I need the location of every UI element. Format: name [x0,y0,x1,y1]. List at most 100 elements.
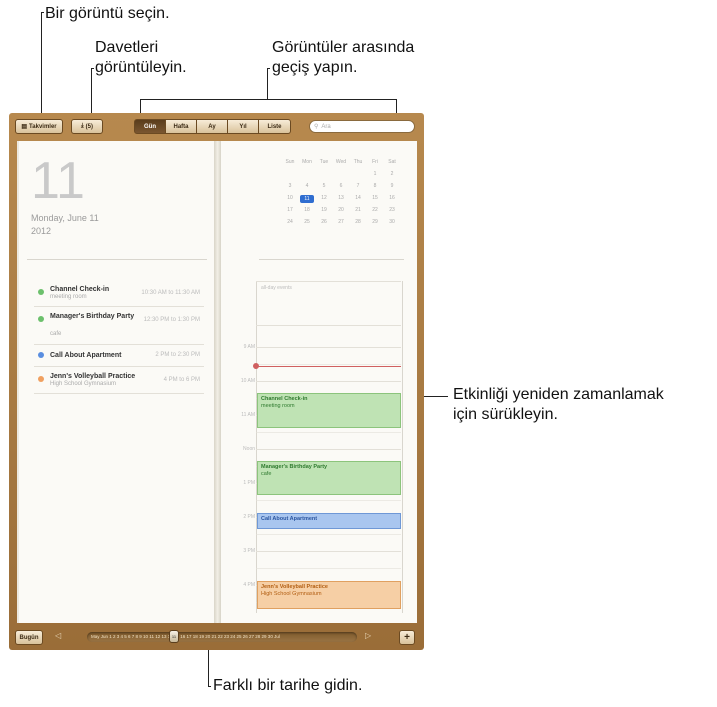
hour-label: 2 PM [243,514,255,520]
search-placeholder: Ara [321,123,331,130]
invitations-button[interactable]: ⤓ (5) [71,119,103,134]
hour-label: 10 AM [240,378,255,384]
calendar-day[interactable]: 26 [317,219,331,225]
event-block-title: Manager's Birthday Party [261,464,328,470]
event-time: 2 PM to 2:30 PM [155,352,200,358]
current-time-line [256,366,401,367]
calendar-day[interactable]: 22 [368,207,382,213]
calendar-day[interactable]: 8 [368,183,382,189]
calendar-day[interactable]: 24 [283,219,297,225]
tab-month[interactable]: Ay [197,119,228,134]
event-block[interactable]: Channel Check-in meeting room [257,393,401,428]
weekday-label: Thu [353,159,363,165]
hour-label: 11 AM [241,412,255,418]
event-dot [38,289,44,295]
calendar-day[interactable]: 3 [283,183,297,189]
callout-choose-view: Bir görüntü seçin. [45,5,170,22]
timeline-left-arrow-icon[interactable]: ◁ [55,631,61,640]
calendar-day[interactable]: 1 [368,171,382,177]
calendar-day[interactable]: 17 [283,207,297,213]
calendar-day[interactable]: 21 [351,207,365,213]
ipad-calendar-window: ▤ Takvimler ⤓ (5) Gün Hafta Ay Yıl Liste… [9,113,424,650]
event-dot [38,352,44,358]
callout-view-invites-1: Davetleri [95,39,159,56]
calendar-day[interactable]: 16 [385,195,399,201]
event-list-item[interactable]: Call About Apartment 2 PM to 2:30 PM [34,344,204,367]
calendars-button[interactable]: ▤ Takvimler [15,119,63,134]
add-event-button[interactable]: + [399,630,415,645]
calendar-day[interactable]: 2 [385,171,399,177]
calendar-day[interactable]: 12 [317,195,331,201]
calendar-day[interactable]: 19 [317,207,331,213]
event-list-item[interactable]: Jenn's Volleyball Practice High School G… [34,366,204,394]
hour-label: Noon [243,446,255,452]
view-switcher: Gün Hafta Ay Yıl Liste [134,119,291,134]
event-location: High School Gymnasium [50,381,117,387]
invitations-count: (5) [85,123,93,130]
event-block-title: Call About Apartment [261,516,318,522]
event-time: 12:30 PM to 1:30 PM [143,317,200,323]
leader-switch-views-v [267,68,268,99]
calendar-day[interactable]: 20 [334,207,348,213]
hour-line [256,325,401,326]
event-block[interactable]: Call About Apartment [257,513,401,529]
calendar-day[interactable]: 4 [300,183,314,189]
event-title: Manager's Birthday Party [50,313,135,320]
event-time: 10:30 AM to 11:30 AM [141,290,200,296]
callout-switch-views-2: geçiş yapın. [272,59,358,76]
leader-switch-views-h2 [267,68,270,69]
calendar-day[interactable]: 15 [368,195,382,201]
calendar-day[interactable]: 25 [300,219,314,225]
tab-day[interactable]: Gün [134,119,166,134]
leader-view-invites-h [91,68,94,69]
weekday-label: Tue [319,159,329,165]
weekday-label: Mon [302,159,312,165]
calendar-day[interactable]: 10 [283,195,297,201]
today-button[interactable]: Bugün [15,630,43,645]
calendar-day[interactable]: 7 [351,183,365,189]
date-scrubber-thumb[interactable]: 11 [169,630,179,643]
search-icon: ⚲ [314,124,319,130]
hour-label: 9 AM [243,344,255,350]
event-block[interactable]: Jenn's Volleyball Practice High School G… [257,581,401,609]
tab-year[interactable]: Yıl [228,119,259,134]
leader-goto-date-h [208,686,211,687]
half-hour-line [256,534,401,535]
callout-view-invites-2: görüntüleyin. [95,59,187,76]
event-list-item[interactable]: Manager's Birthday Party cafe 12:30 PM t… [34,306,204,345]
event-block-title: Channel Check-in [261,396,308,402]
hour-line [256,551,401,552]
divider [259,259,404,260]
calendar-day[interactable]: 13 [334,195,348,201]
calendar-day[interactable]: 29 [368,219,382,225]
calendar-day[interactable]: 6 [334,183,348,189]
weekday-label: Sun [285,159,295,165]
calendar-day[interactable]: 28 [351,219,365,225]
event-block-sub: High School Gymnasium [261,591,322,597]
calendar-day[interactable]: 11 [300,195,314,203]
tab-week[interactable]: Hafta [166,119,197,134]
event-list-item[interactable]: Channel Check-in meeting room 10:30 AM t… [34,279,204,307]
calendar-day[interactable]: 30 [385,219,399,225]
calendar-day[interactable]: 9 [385,183,399,189]
calendar-day[interactable]: 5 [317,183,331,189]
event-dot [38,376,44,382]
hour-grid [256,281,403,613]
inbox-icon: ⤓ [81,123,84,129]
calendar-day[interactable]: 27 [334,219,348,225]
timeline-right-arrow-icon[interactable]: ▷ [365,631,371,640]
calendar-day[interactable]: 14 [351,195,365,201]
calendar-day[interactable]: 18 [300,207,314,213]
hour-line [256,449,401,450]
date-scrubber[interactable]: May Jun 1 2 3 4 5 6 7 8 9 10 11 12 13 14… [87,632,357,642]
event-block[interactable]: Manager's Birthday Party cafe [257,461,401,495]
calendar-day[interactable]: 23 [385,207,399,213]
event-location: meeting room [50,294,87,300]
event-title: Channel Check-in [50,286,110,293]
all-day-label: all-day events [261,285,292,291]
leader-switch-views-bracket [140,99,397,100]
search-field[interactable]: ⚲ Ara [309,120,415,133]
tab-list[interactable]: Liste [259,119,291,134]
day-date: Monday, June 11 [31,213,99,223]
day-year: 2012 [31,226,52,236]
